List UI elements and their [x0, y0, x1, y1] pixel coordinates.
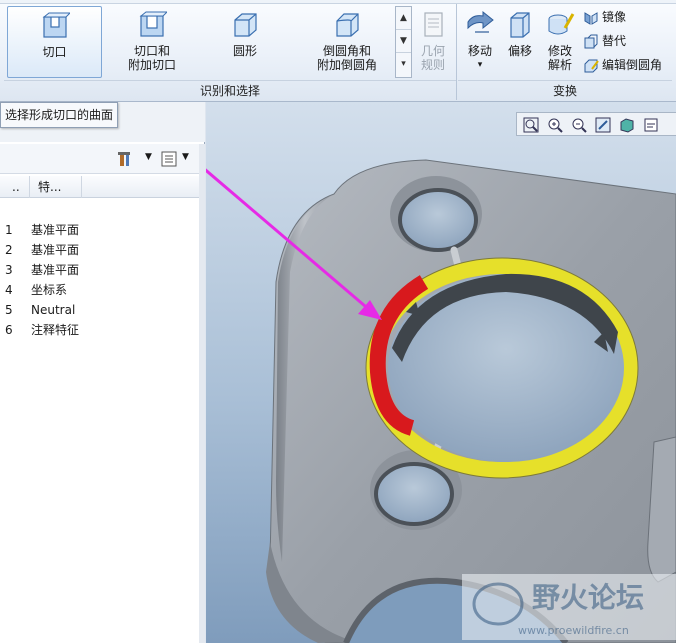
zoom-out-button[interactable]: [569, 115, 589, 133]
tree-toolbar: ▼ ▼: [0, 144, 199, 174]
round-label: 圆形: [232, 44, 257, 58]
tree-row-label: 坐标系: [31, 283, 68, 297]
offset-icon: [510, 12, 530, 38]
top-hole[interactable]: [398, 188, 478, 252]
scroll-down-icon[interactable]: ▼: [396, 30, 411, 53]
refit-button[interactable]: [521, 115, 541, 133]
repaint-icon: [595, 117, 611, 133]
geometry-rule-icon: [424, 12, 443, 37]
move-button[interactable]: 移动 ▾: [461, 6, 499, 78]
edit-round-icon: [584, 59, 599, 72]
tree-row-number: 6: [5, 323, 13, 337]
mirror-icon: [584, 11, 598, 25]
tree-row-number: 4: [5, 283, 13, 297]
zoom-in-icon: [548, 118, 563, 133]
tree-row-number: 5: [5, 303, 13, 317]
edit-round-label: 编辑倒圆角: [602, 58, 663, 72]
show-list-icon[interactable]: [160, 150, 178, 168]
watermark-url: www.proewildfire.cn: [518, 624, 629, 637]
edit-round-button[interactable]: 编辑倒圆角: [583, 55, 662, 77]
geometry-rule-label-1: 几何: [420, 44, 445, 58]
tree-row-label: 基准平面: [31, 223, 80, 237]
zoom-out-icon: [572, 118, 587, 133]
model-canvas[interactable]: 野火论坛 www.proewildfire.cn: [206, 102, 676, 643]
selection-tooltip: 选择形成切口的曲面: [0, 102, 118, 128]
substitute-icon: [584, 34, 598, 48]
move-dropdown-icon[interactable]: ▾: [461, 58, 499, 72]
modify-analytic-button[interactable]: 修改 解析: [541, 6, 579, 78]
group-separator: [456, 4, 457, 100]
tree-row-label: 基准平面: [31, 243, 80, 257]
modify-analytic-label-1: 修改: [547, 44, 572, 58]
tree-column-header: .. 特...: [0, 176, 199, 198]
gallery-expand-icon[interactable]: ▾: [396, 53, 411, 76]
column-header-feature[interactable]: 特...: [30, 176, 82, 198]
tree-row[interactable]: 5 Neutral: [0, 300, 199, 320]
graphics-viewport[interactable]: 野火论坛 www.proewildfire.cn: [206, 102, 676, 643]
tree-row-label: 基准平面: [31, 263, 80, 277]
annotation-display-icon: [644, 118, 658, 132]
tree-row-number: 1: [5, 223, 13, 237]
group-label-recognize-select: 识别和选择: [4, 80, 456, 100]
tree-row-label: Neutral: [31, 303, 76, 317]
round-button[interactable]: 圆形: [210, 6, 280, 78]
cut-icon: [42, 12, 70, 38]
display-style-button[interactable]: [617, 115, 637, 133]
bottom-hole[interactable]: [374, 462, 454, 526]
move-icon: [467, 10, 494, 33]
tree-row[interactable]: 6 注释特征: [0, 320, 199, 340]
geometry-rule-button[interactable]: 几何 规则: [414, 6, 452, 78]
annotation-display-button[interactable]: [641, 115, 661, 133]
cut-attached-label-2: 附加切口: [127, 58, 176, 72]
display-style-icon: [620, 118, 634, 133]
chamfer-round-label-2: 附加倒圆角: [316, 58, 377, 72]
substitute-label: 替代: [602, 34, 627, 48]
tree-row[interactable]: 1 基准平面: [0, 220, 199, 240]
tree-row[interactable]: 3 基准平面: [0, 260, 199, 280]
ribbon-tab-strip: [0, 0, 676, 4]
watermark-title: 野火论坛: [532, 581, 644, 614]
cut-attached-label-1: 切口和: [133, 44, 170, 58]
ribbon: 切口 切口和 附加切口 圆形 倒圆角和 附加倒圆角 ▲ ▼ ▾ 几何 规则 移动…: [0, 0, 676, 102]
geometry-rule-label-2: 规则: [420, 58, 445, 72]
group-label-transform: 变换: [458, 80, 672, 100]
chamfer-round-icon: [336, 13, 359, 37]
model-tree-panel: 选择形成切口的曲面 ▼ ▼ .. 特... 1 基准平面 2 基准平面 3 基准平面 4 坐标…: [0, 102, 205, 643]
cut-attached-icon: [139, 11, 167, 37]
tree-row-number: 2: [5, 243, 13, 257]
view-toolbar: [516, 112, 676, 136]
mirror-button[interactable]: 镜像: [583, 7, 626, 29]
modify-analytic-label-2: 解析: [547, 58, 572, 72]
chamfer-round-label-1: 倒圆角和: [322, 44, 371, 58]
chamfer-and-attached-round-button[interactable]: 倒圆角和 附加倒圆角: [302, 6, 392, 78]
gallery-scroller[interactable]: ▲ ▼ ▾: [395, 6, 412, 78]
round-icon: [234, 13, 257, 37]
cut-label: 切口: [42, 45, 67, 59]
tree-row[interactable]: 4 坐标系: [0, 280, 199, 300]
watermark: 野火论坛 www.proewildfire.cn: [462, 574, 676, 640]
zoom-in-button[interactable]: [545, 115, 565, 133]
modify-analytic-icon: [548, 13, 575, 35]
move-label: 移动: [467, 44, 492, 58]
cut-and-attached-cut-button[interactable]: 切口和 附加切口: [108, 6, 196, 78]
show-list-dropdown-icon[interactable]: ▼: [182, 152, 189, 162]
offset-label: 偏移: [507, 44, 532, 58]
offset-button[interactable]: 偏移: [502, 6, 538, 78]
tree-settings-icon[interactable]: [117, 150, 135, 168]
column-header-index[interactable]: ..: [0, 176, 30, 198]
cut-button[interactable]: 切口: [7, 6, 102, 78]
tree-row-number: 3: [5, 263, 13, 277]
left-panel-scrollbar[interactable]: [199, 144, 205, 643]
substitute-button[interactable]: 替代: [583, 31, 626, 53]
tree-settings-dropdown-icon[interactable]: ▼: [145, 152, 152, 162]
tree-row-label: 注释特征: [31, 323, 80, 337]
mirror-label: 镜像: [602, 10, 627, 24]
scroll-up-icon[interactable]: ▲: [396, 7, 411, 30]
tree-row[interactable]: 2 基准平面: [0, 240, 199, 260]
repaint-button[interactable]: [593, 115, 613, 133]
refit-icon: [523, 117, 539, 133]
